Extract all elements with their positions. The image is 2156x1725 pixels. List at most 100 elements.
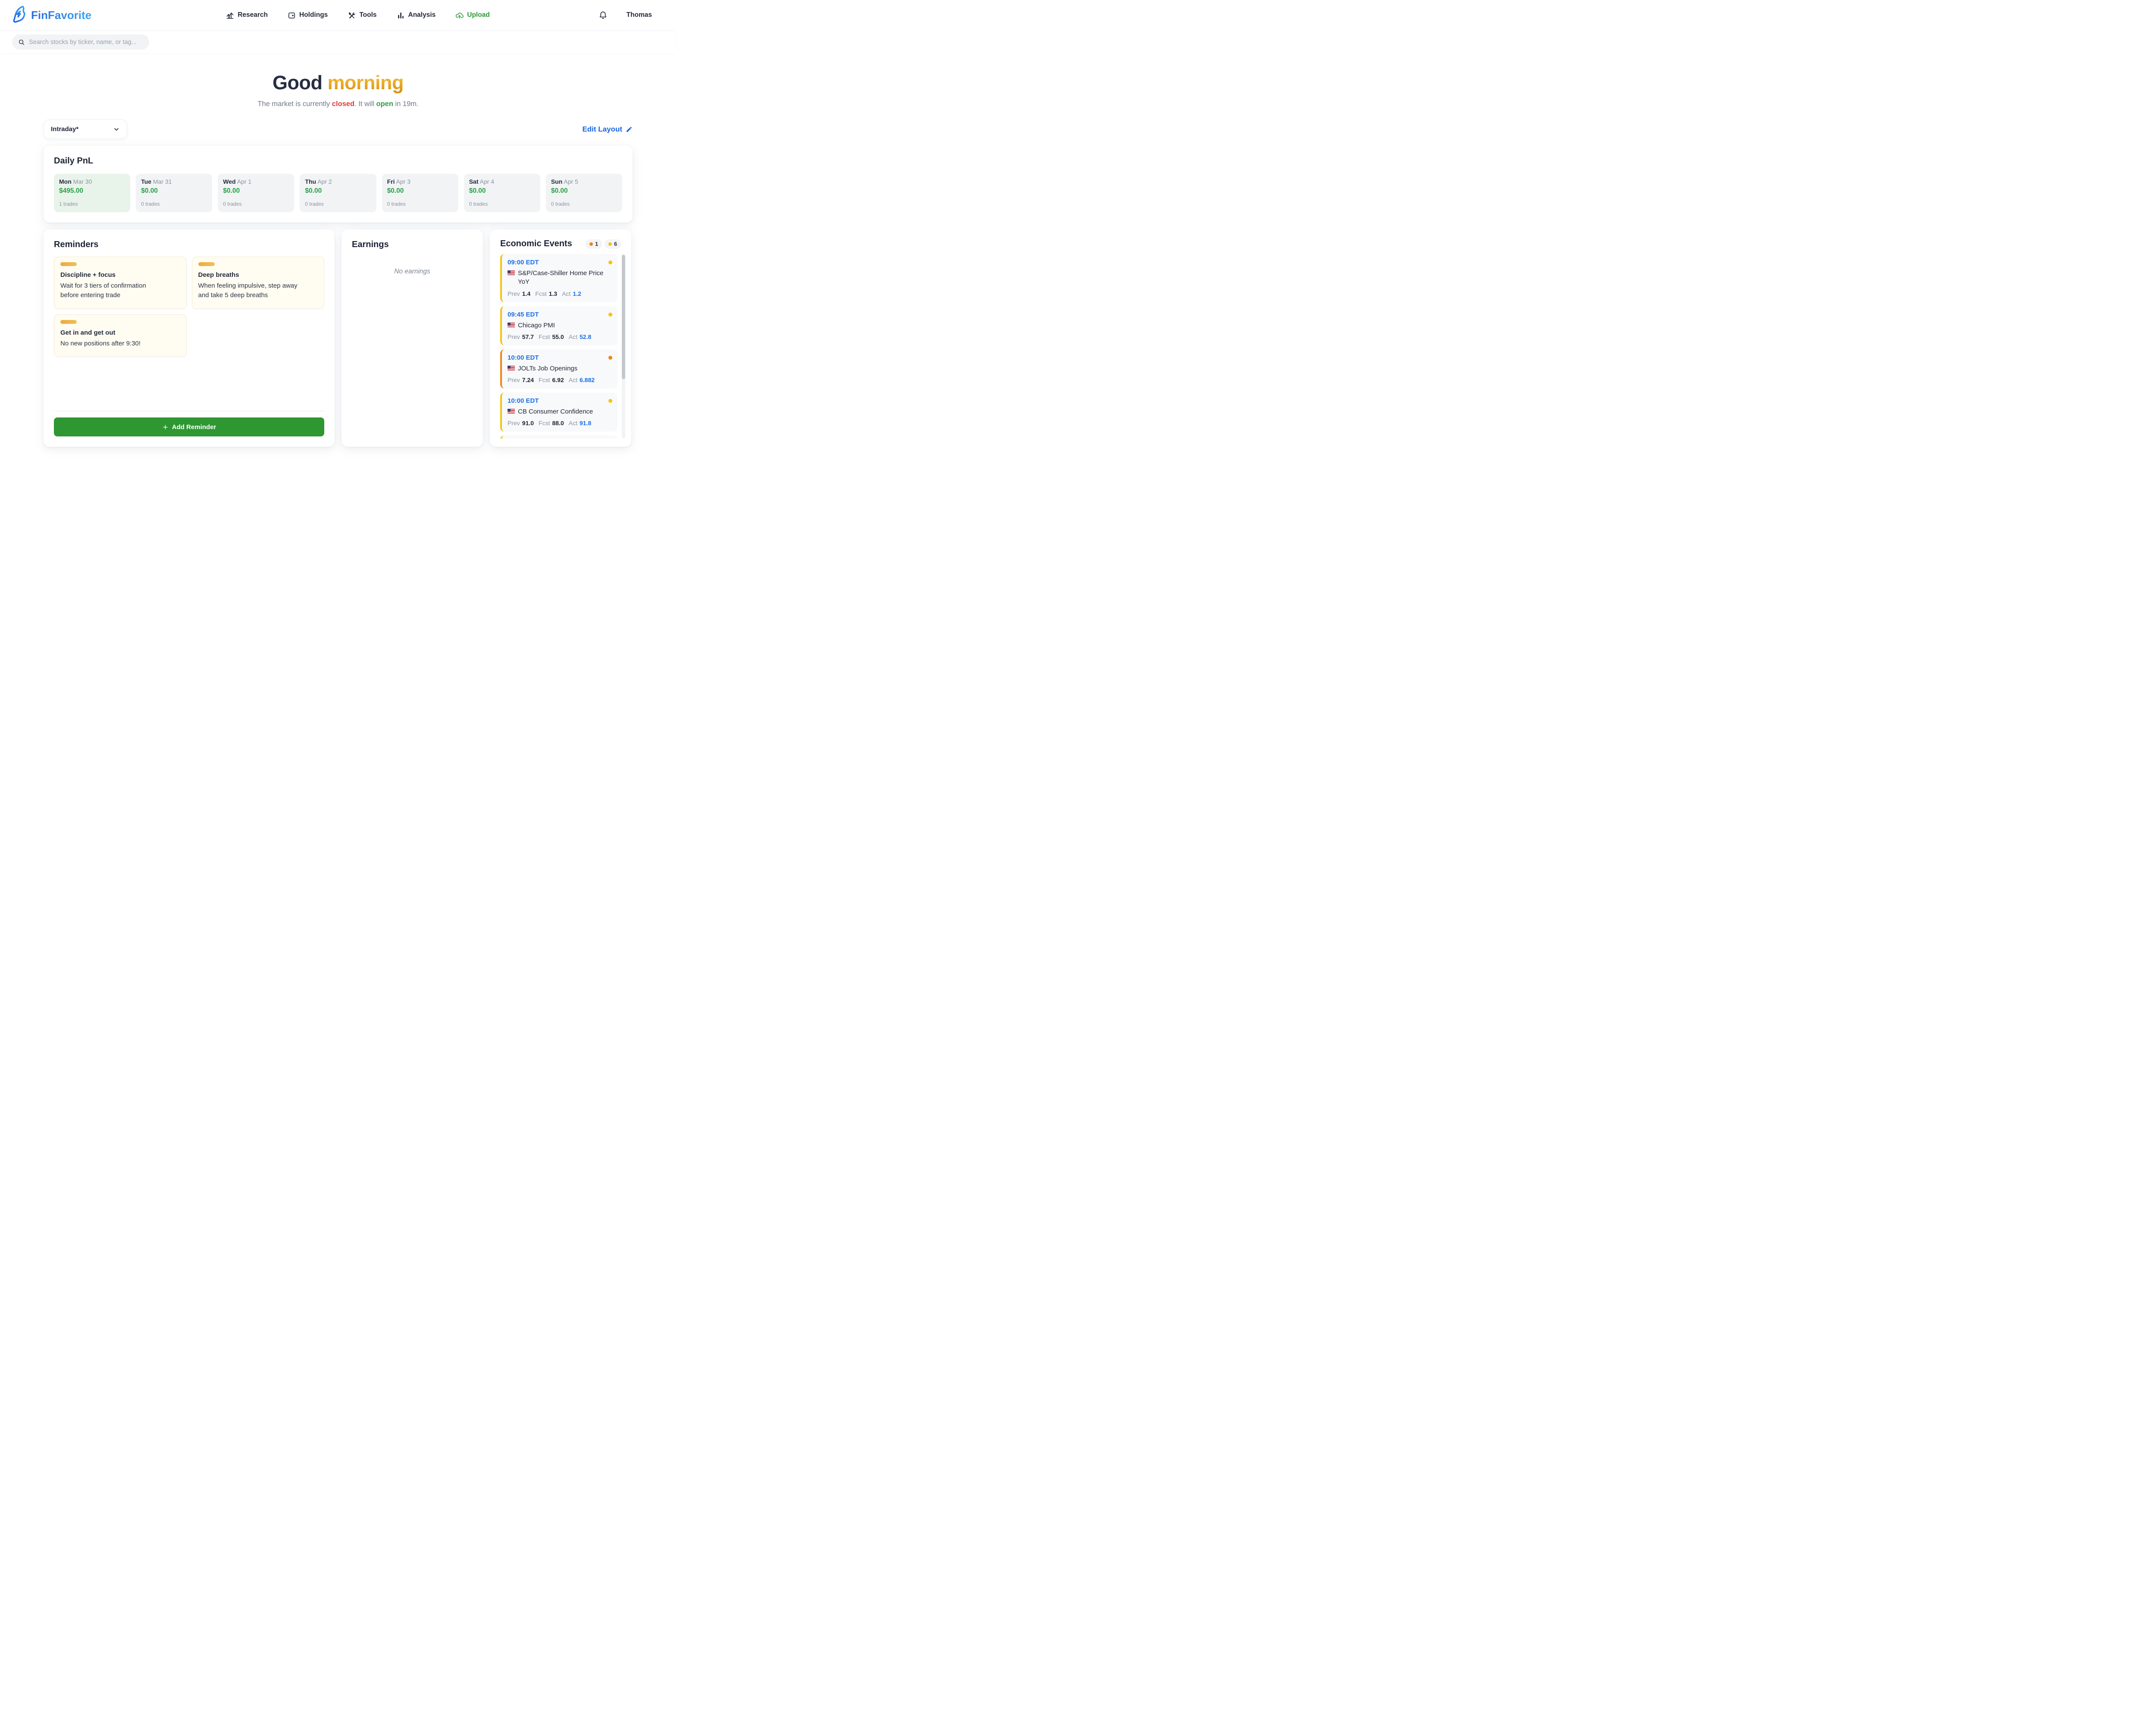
app-header: FinFavorite Research Holdings Tools Analysi…	[0, 0, 676, 31]
nav-label: Tools	[359, 11, 376, 19]
us-flag-icon	[508, 366, 515, 370]
pnl-day-card-thu[interactable]: Thu Apr 2$0.000 trades	[300, 174, 376, 212]
pnl-day-card-mon[interactable]: Mon Mar 30$495.001 trades	[54, 174, 130, 212]
event-stats: Prev57.7Fcst55.0Act52.8	[508, 333, 612, 340]
nav-item-upload[interactable]: Upload	[455, 11, 490, 19]
finfavorite-logo-icon	[12, 6, 27, 25]
event-time: 10:00 EDT	[508, 397, 539, 405]
pnl-date-label: Mar 31	[153, 178, 172, 185]
reminder-card[interactable]: Get in and get outNo new positions after…	[54, 314, 187, 358]
pnl-trades-count: 1 trades	[59, 201, 125, 207]
reminder-accent-pill	[60, 320, 77, 324]
brand-name: FinFavorite	[31, 9, 91, 22]
severity-dot-icon	[608, 399, 612, 403]
reminder-title: Deep breaths	[198, 271, 318, 279]
economic-event-card[interactable]: 10:00 EDT CB Consumer Confidence Prev91.0F…	[500, 392, 617, 432]
pnl-day-card-fri[interactable]: Fri Apr 3$0.000 trades	[382, 174, 458, 212]
edit-layout-button[interactable]: Edit Layout	[582, 125, 633, 134]
pnl-day-label: Thu	[305, 178, 316, 185]
us-flag-icon	[508, 270, 515, 275]
pnl-day-card-sun[interactable]: Sun Apr 5$0.000 trades	[546, 174, 622, 212]
pnl-date-label: Apr 2	[317, 178, 332, 185]
reminder-accent-pill	[60, 262, 77, 266]
reminders-title: Reminders	[54, 240, 324, 250]
daily-pnl-panel: Daily PnL Mon Mar 30$495.001 tradesTue M…	[44, 146, 633, 223]
event-time: 09:45 EDT	[508, 311, 539, 318]
market-status-text: The market is currently closed. It will …	[0, 100, 676, 108]
severity-dot-icon	[608, 356, 612, 360]
pnl-date-label: Mar 30	[73, 178, 92, 185]
economic-event-card[interactable]: 09:45 EDT Chicago PMI Prev57.7Fcst55.0Act5…	[500, 306, 617, 345]
pnl-day-card-tue[interactable]: Tue Mar 31$0.000 trades	[136, 174, 212, 212]
event-stats: Prev1.4Fcst1.3Act1.2	[508, 290, 612, 297]
pnl-value: $495.00	[59, 187, 125, 195]
pnl-trades-count: 0 trades	[223, 201, 289, 207]
pnl-day-label: Fri	[387, 178, 395, 185]
event-count-badge: 1	[586, 239, 602, 249]
economic-event-card[interactable]: 10:00 EDTJOLTs Job OpeningsPrev7.24Fcst6…	[500, 349, 617, 389]
reminder-body: When feeling impulsive, step away and ta…	[198, 281, 304, 300]
event-count-badge: 6	[605, 239, 621, 249]
pnl-week-row: Mon Mar 30$495.001 tradesTue Mar 31$0.00…	[54, 174, 622, 212]
notifications-bell-icon[interactable]	[599, 11, 608, 20]
pnl-day-label: Sun	[551, 178, 562, 185]
economic-event-card[interactable]: 09:00 EDTS&P/Case-Shiller Home Price YoY…	[500, 254, 617, 302]
nav-item-analysis[interactable]: Analysis	[397, 11, 436, 19]
nav-item-tools[interactable]: Tools	[348, 11, 376, 19]
events-scrollbar-track[interactable]	[622, 254, 625, 439]
holdings-icon	[288, 11, 296, 19]
upload-icon	[455, 11, 464, 19]
reminder-title: Discipline + focus	[60, 271, 180, 279]
analysis-icon	[397, 11, 405, 19]
search-input[interactable]	[29, 39, 143, 46]
economic-events-title: Economic Events	[500, 239, 572, 249]
severity-dot-icon	[589, 242, 593, 246]
reminders-grid: Discipline + focus Wait for 3 tiers of co…	[54, 257, 324, 357]
daily-pnl-title: Daily PnL	[54, 156, 622, 166]
research-icon	[226, 11, 234, 19]
chevron-down-icon	[113, 126, 120, 133]
plus-icon	[162, 424, 169, 430]
pnl-value: $0.00	[305, 187, 371, 195]
reminder-accent-pill	[198, 262, 215, 266]
earnings-panel: Earnings No earnings	[342, 229, 483, 447]
user-menu[interactable]: Thomas	[627, 11, 652, 19]
market-closed-word: closed	[332, 100, 354, 108]
nav-label: Holdings	[299, 11, 328, 19]
severity-dot-icon	[608, 313, 612, 317]
pnl-day-label: Sat	[469, 178, 479, 185]
event-count-badges: 16	[586, 239, 621, 249]
nav-item-research[interactable]: Research	[226, 11, 268, 19]
nav-label: Analysis	[408, 11, 436, 19]
nav-label: Upload	[467, 11, 490, 19]
pnl-value: $0.00	[387, 187, 453, 195]
event-name: S&P/Case-Shiller Home Price YoY	[518, 269, 612, 287]
pnl-day-card-wed[interactable]: Wed Apr 1$0.000 trades	[218, 174, 294, 212]
dashboard-controls: Intraday* Edit Layout	[44, 119, 633, 139]
brand[interactable]: FinFavorite	[12, 6, 141, 25]
timeframe-select[interactable]: Intraday*	[44, 119, 127, 139]
economic-event-card[interactable]: 12:00 EDT	[500, 436, 617, 439]
severity-dot-icon	[608, 242, 612, 246]
reminder-body: Wait for 3 tiers of confirmation before …	[60, 281, 166, 300]
pencil-icon	[626, 126, 633, 133]
reminder-body: No new positions after 9:30!	[60, 339, 166, 348]
events-scrollbar-thumb[interactable]	[622, 255, 625, 379]
event-name: CB Consumer Confidence	[518, 408, 612, 416]
pnl-date-label: Apr 4	[480, 178, 494, 185]
search-row	[0, 31, 676, 53]
pnl-value: $0.00	[223, 187, 289, 195]
nav-item-holdings[interactable]: Holdings	[288, 11, 328, 19]
pnl-date-label: Apr 1	[237, 178, 251, 185]
events-list: 09:00 EDTS&P/Case-Shiller Home Price YoY…	[500, 254, 625, 439]
event-name: Chicago PMI	[518, 321, 612, 330]
search-box[interactable]	[12, 34, 149, 50]
reminder-card[interactable]: Discipline + focus Wait for 3 tiers of co…	[54, 257, 187, 309]
add-reminder-button[interactable]: Add Reminder	[54, 417, 324, 436]
pnl-trades-count: 0 trades	[387, 201, 453, 207]
greeting-title: Good morning	[0, 72, 676, 94]
pnl-trades-count: 0 trades	[551, 201, 617, 207]
pnl-day-card-sat[interactable]: Sat Apr 4$0.000 trades	[464, 174, 540, 212]
reminder-card[interactable]: Deep breaths When feeling impulsive, step…	[192, 257, 325, 309]
event-stats: Prev91.0Fcst88.0Act91.8	[508, 420, 612, 427]
